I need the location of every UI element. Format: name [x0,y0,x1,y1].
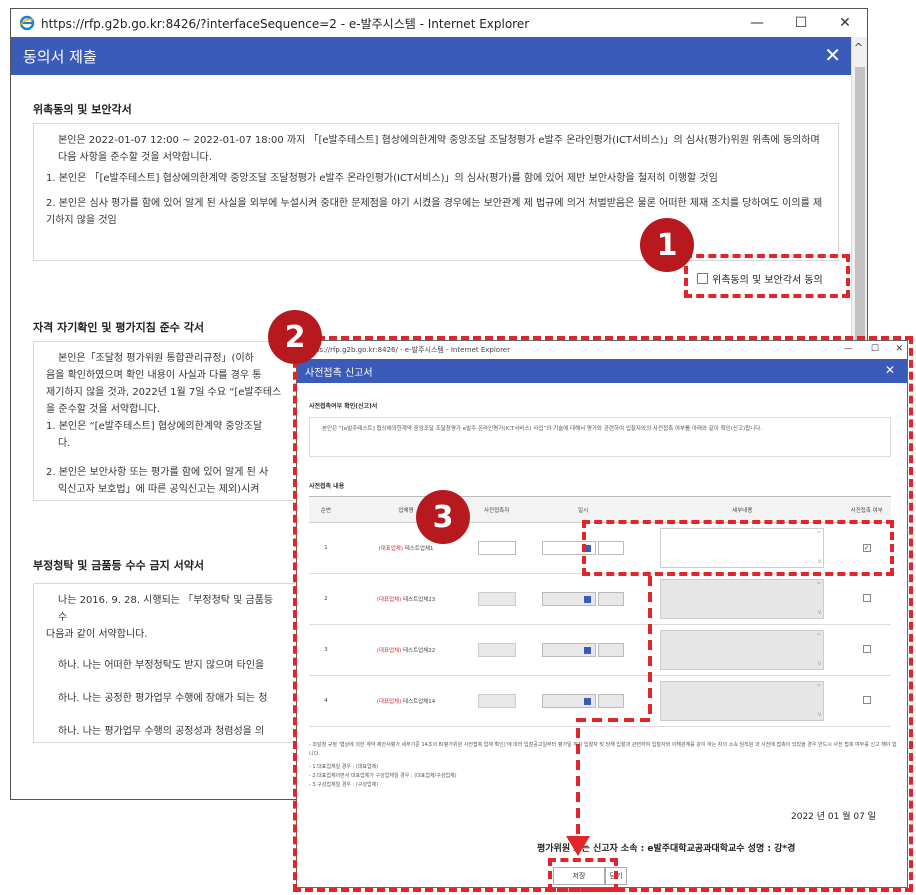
step-badge-2: 2 [268,310,322,364]
arrow-line-icon [576,576,652,850]
step-badge-1: 1 [640,218,694,272]
arrow-overlay [566,576,652,856]
step-badge-3: 3 [416,490,470,544]
arrow-head-icon [566,836,590,856]
